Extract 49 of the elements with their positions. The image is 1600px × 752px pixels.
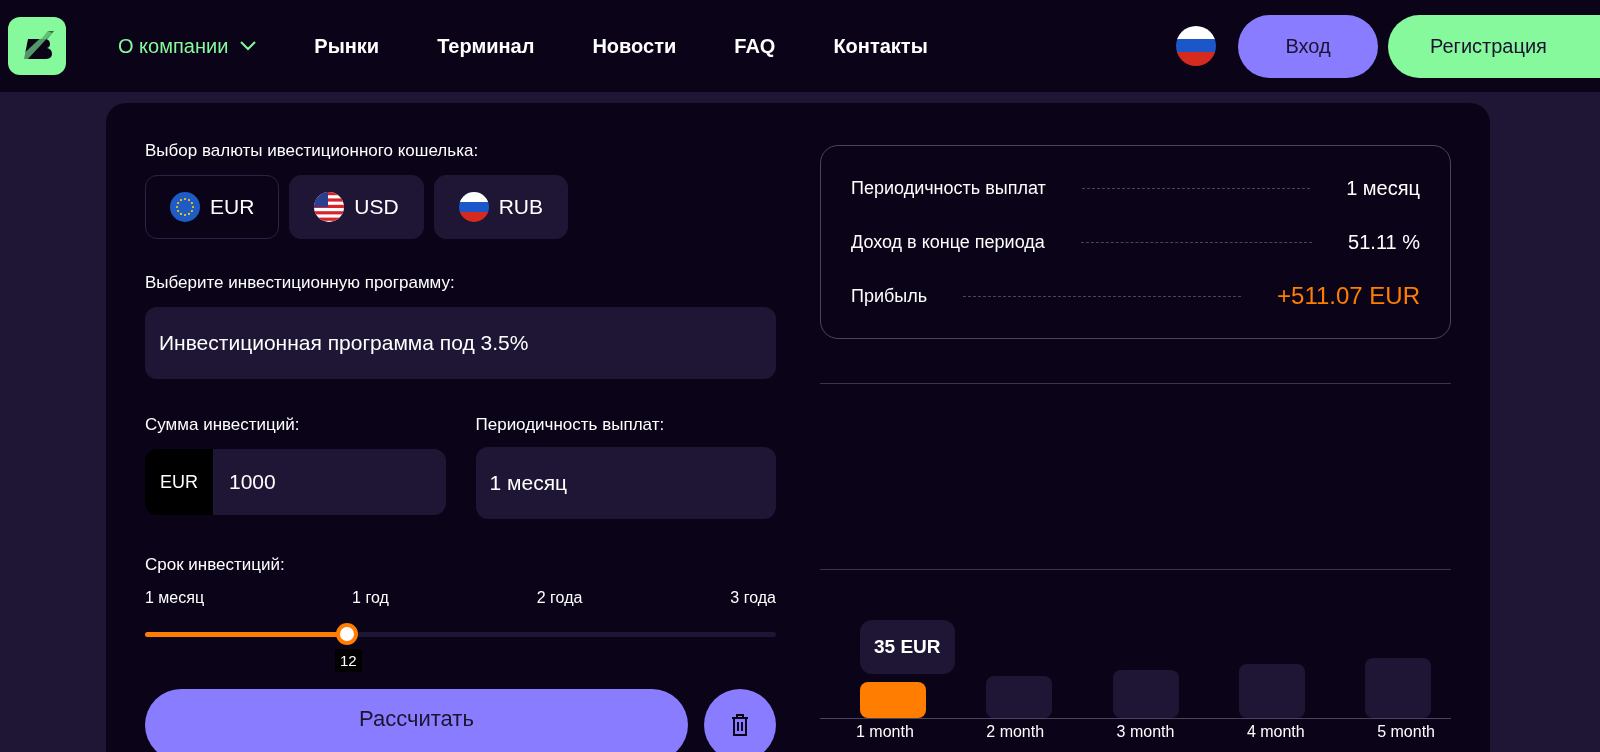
field-label: Срок инвестиций:: [145, 555, 286, 575]
field-label: Сумма инвестиций:: [145, 415, 301, 435]
trash-icon: [730, 713, 750, 737]
nav-link[interactable]: Терминал: [437, 34, 535, 58]
us-flag-icon: [314, 192, 345, 222]
flag-icon[interactable]: [1176, 26, 1216, 66]
register-button[interactable]: Регистрация: [1388, 14, 1600, 78]
axis-label: 4 month: [1246, 723, 1305, 741]
value-tooltip: 35 EUR: [860, 620, 955, 674]
nav-link[interactable]: Рынки: [314, 34, 380, 58]
eu-flag-icon: [170, 192, 200, 222]
currency-prefix: EUR: [145, 449, 213, 515]
currency-option[interactable]: RUB: [433, 175, 569, 239]
slider-tick-label: 3 года: [730, 589, 776, 607]
result-value: +511.07 EUR: [1277, 282, 1420, 310]
axis-label: 5 month: [1377, 723, 1435, 741]
axis-label: 2 month: [986, 723, 1045, 741]
currency-option[interactable]: USD: [289, 175, 424, 239]
delete-button[interactable]: [704, 689, 776, 752]
nav-link[interactable]: О компании: [118, 34, 257, 58]
field-label: Периодичность выплат:: [475, 415, 666, 435]
field-label: Выберите инвестиционную программу:: [145, 273, 456, 293]
nav-link[interactable]: FAQ: [734, 34, 776, 58]
calculate-button[interactable]: Рассчитать: [145, 689, 688, 752]
slider-thumb[interactable]: [335, 623, 358, 645]
chart-bar[interactable]: [860, 682, 926, 718]
program-select[interactable]: Инвестиционная программа под 3.5%: [145, 307, 776, 379]
slider-value: 12: [334, 649, 362, 672]
result-value: 51.11 %: [1348, 230, 1420, 254]
axis-label: 3 month: [1116, 723, 1175, 741]
period-select[interactable]: 1 месяц: [475, 447, 776, 519]
result-label: Прибыль: [851, 285, 928, 307]
ru-flag-icon: [458, 192, 489, 222]
slider-tick-label: 1 месяц: [145, 589, 205, 607]
nav-link[interactable]: Новости: [592, 34, 677, 58]
login-button[interactable]: Вход: [1238, 14, 1378, 78]
logo-icon[interactable]: [8, 17, 66, 75]
nav-link[interactable]: Контакты: [833, 34, 928, 58]
result-value: 1 месяц: [1346, 176, 1420, 200]
chevron-down-icon: [240, 41, 257, 51]
result-label: Доход в конце периода: [851, 231, 1045, 253]
term-slider[interactable]: [145, 623, 776, 645]
field-label: Выбор валюты ивестиционного кошелька:: [145, 141, 480, 161]
slider-tick-label: 2 года: [536, 589, 583, 607]
amount-input[interactable]: 1000: [213, 449, 446, 515]
result-label: Периодичность выплат: [851, 177, 1046, 199]
slider-tick-label: 1 год: [352, 589, 389, 607]
axis-label: 1 month: [856, 723, 914, 741]
currency-option[interactable]: EUR: [145, 175, 280, 239]
